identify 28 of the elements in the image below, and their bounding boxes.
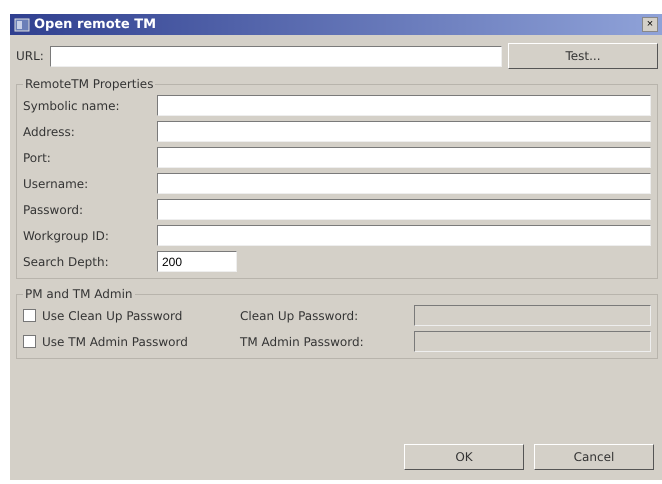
field-label: TM Admin Password: <box>240 334 365 348</box>
close-button[interactable]: × <box>642 17 658 32</box>
ok-button[interactable]: OK <box>404 444 524 470</box>
field-label: Username: <box>23 176 90 190</box>
field-label: Workgroup ID: <box>23 228 110 242</box>
field-label: Password: <box>23 202 84 216</box>
field-label: Address: <box>23 124 76 138</box>
group-title: RemoteTM Properties <box>24 77 154 91</box>
field-label: Port: <box>23 150 52 164</box>
test-button[interactable]: Test... <box>508 43 658 69</box>
field-label: Clean Up Password: <box>240 308 360 322</box>
checkbox-label: Use TM Admin Password <box>42 334 189 348</box>
url-field[interactable] <box>50 46 502 66</box>
window-title: Open remote TM <box>34 17 158 32</box>
text-field[interactable] <box>157 173 651 194</box>
checkbox-label: Use Clean Up Password <box>42 308 184 322</box>
text-field[interactable] <box>157 95 651 116</box>
text-field[interactable] <box>157 147 651 168</box>
field-label: Search Depth: <box>23 254 110 268</box>
group-title: PM and TM Admin <box>24 287 134 301</box>
text-field[interactable] <box>157 199 651 220</box>
text-field[interactable] <box>157 225 651 246</box>
text-field[interactable] <box>157 121 651 142</box>
search-depth-field[interactable]: 200 <box>157 251 237 272</box>
cancel-button[interactable]: Cancel <box>534 444 654 470</box>
app-icon <box>14 18 30 32</box>
field-label: Symbolic name: <box>23 98 121 112</box>
url-label: URL: <box>16 49 44 63</box>
